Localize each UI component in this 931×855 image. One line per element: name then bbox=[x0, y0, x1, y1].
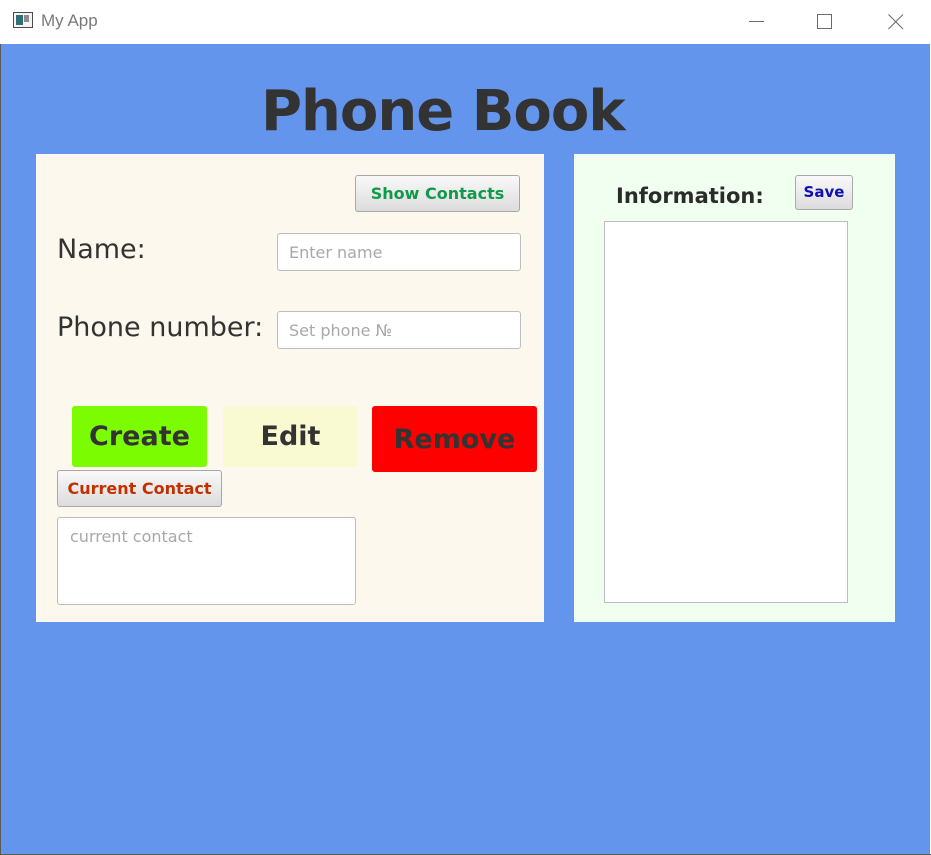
maximize-button[interactable] bbox=[802, 0, 848, 44]
create-button[interactable]: Create bbox=[72, 406, 207, 467]
contact-form-panel: Show Contacts Name: Phone number: Create… bbox=[36, 154, 544, 622]
maximize-icon bbox=[817, 14, 832, 29]
minimize-icon bbox=[749, 21, 764, 22]
phone-number-input[interactable] bbox=[277, 311, 521, 349]
information-panel: Information: Save bbox=[574, 154, 895, 622]
window-title: My App bbox=[41, 11, 98, 30]
current-contact-textarea[interactable] bbox=[57, 517, 356, 605]
save-button[interactable]: Save bbox=[795, 175, 853, 210]
phone-number-label: Phone number: bbox=[57, 312, 264, 343]
information-label: Information: bbox=[616, 184, 764, 208]
app-window: My App Phone Book Show Contacts Name: Ph… bbox=[0, 0, 931, 855]
remove-button[interactable]: Remove bbox=[372, 406, 537, 472]
information-textarea[interactable] bbox=[604, 221, 848, 603]
page-title: Phone Book bbox=[261, 79, 626, 144]
current-contact-button[interactable]: Current Contact bbox=[57, 470, 222, 507]
window-border-left bbox=[0, 44, 1, 855]
name-label: Name: bbox=[57, 234, 146, 265]
show-contacts-button[interactable]: Show Contacts bbox=[355, 175, 520, 212]
edit-button[interactable]: Edit bbox=[223, 406, 358, 467]
close-icon bbox=[888, 14, 904, 30]
name-input[interactable] bbox=[277, 233, 521, 271]
title-bar[interactable]: My App bbox=[0, 0, 931, 44]
minimize-button[interactable] bbox=[734, 0, 780, 44]
close-button[interactable] bbox=[873, 0, 919, 44]
app-content: Phone Book Show Contacts Name: Phone num… bbox=[1, 44, 930, 854]
app-window-icon bbox=[13, 12, 33, 28]
